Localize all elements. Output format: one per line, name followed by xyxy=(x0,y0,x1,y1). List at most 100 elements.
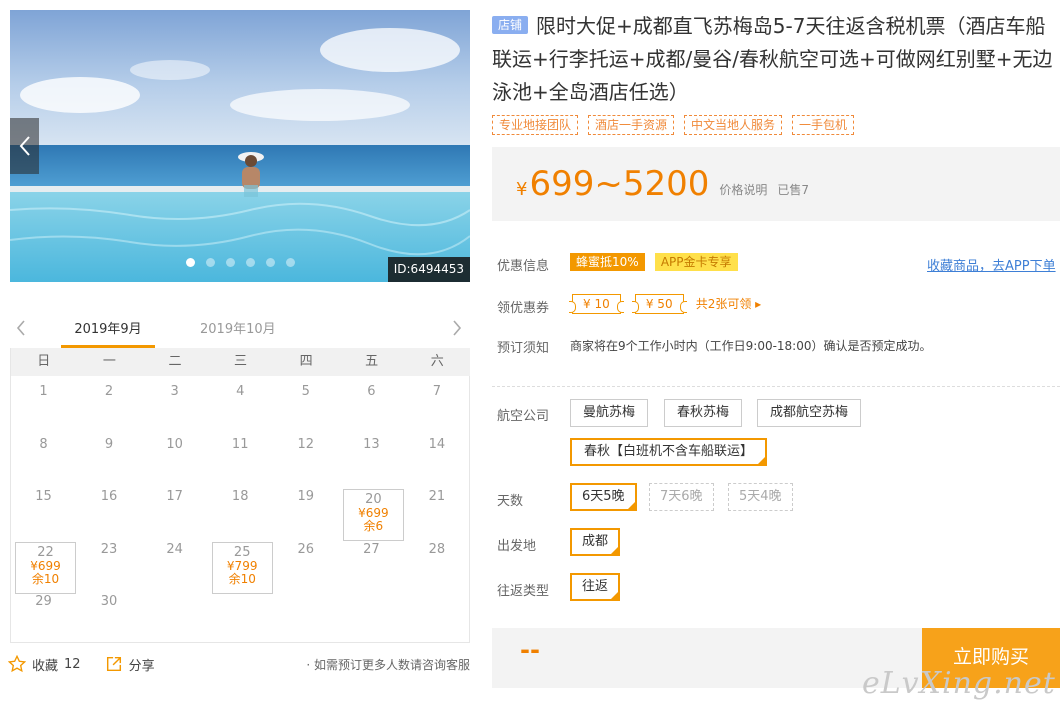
chevron-right-icon xyxy=(453,320,462,336)
day-number: 22 xyxy=(37,544,54,560)
gallery-dot[interactable] xyxy=(286,258,295,267)
coupon-list: ¥ 10 ¥ 50 共2张可领 ▸ xyxy=(569,294,761,314)
gallery-dot[interactable] xyxy=(266,258,275,267)
calendar-day-available[interactable]: 20 ¥699 余6 xyxy=(342,489,404,541)
day-stock: 余10 xyxy=(31,571,60,586)
month-tab-oct[interactable]: 2019年10月 xyxy=(200,318,276,348)
day-number: 7 xyxy=(432,384,442,399)
day-number: 25 xyxy=(233,544,251,560)
calendar-day: 24 xyxy=(142,536,207,588)
discount-label: 优惠信息 xyxy=(497,259,550,274)
calendar-day: 4 xyxy=(208,378,273,430)
day-number: 15 xyxy=(35,489,52,504)
gallery-dot[interactable] xyxy=(246,258,255,267)
calendar-day: 29 xyxy=(11,588,76,640)
calendar-prev-button[interactable] xyxy=(14,318,28,342)
calendar-day: 8 xyxy=(11,431,76,483)
weekday-header: 日一二三四五六 xyxy=(11,348,470,376)
product-panel: 店铺 限时大促+成都直飞苏梅岛5-7天往返含税机票（酒店车船联运+行李托运+成都/… xyxy=(492,10,1060,688)
discount-badges: 蜂蜜抵10% APP金卡专享 xyxy=(570,253,738,271)
notice-text: 商家将在9个工作小时内（工作日9:00-18:00）确认是否预定成功。 xyxy=(570,339,932,353)
days-label: 天数 xyxy=(497,494,524,509)
calendar-day: 6 xyxy=(339,378,404,430)
calendar-day: 15 xyxy=(11,483,76,535)
day-number: 18 xyxy=(231,489,249,504)
weekday-label: 五 xyxy=(365,354,379,369)
calendar-day: 1 xyxy=(11,378,76,430)
calendar-day: 18 xyxy=(208,483,273,535)
gallery-dot[interactable] xyxy=(206,258,215,267)
price-range: 699~5200 xyxy=(529,164,710,204)
chevron-left-icon xyxy=(16,320,25,336)
weekday-label: 三 xyxy=(234,354,248,369)
airline-label: 航空公司 xyxy=(497,409,550,424)
airline-option-1[interactable]: 曼航苏梅 xyxy=(570,399,649,427)
image-id-label: ID:6494453 xyxy=(387,257,470,282)
airline-option-3[interactable]: 成都航空苏梅 xyxy=(757,399,862,427)
month-tab-sep[interactable]: 2019年9月 xyxy=(61,318,155,348)
price-note-link[interactable]: 价格说明 xyxy=(719,181,767,198)
days-option-3[interactable]: 5天4晚 xyxy=(728,483,793,511)
coupon-10[interactable]: ¥ 10 xyxy=(569,294,624,314)
calendar-day-available[interactable]: 25 ¥799 余10 xyxy=(211,541,273,594)
day-number: 21 xyxy=(428,489,446,504)
honey-discount-badge: 蜂蜜抵10% xyxy=(570,253,645,271)
sold-count: 已售7 xyxy=(777,182,810,197)
calendar-next-button[interactable] xyxy=(450,318,464,342)
calendar-day: 3 xyxy=(142,378,207,430)
day-number: 17 xyxy=(166,489,183,504)
calendar-day: 16 xyxy=(77,483,142,535)
favorite-count: 12 xyxy=(64,656,81,672)
share-button[interactable]: 分享 xyxy=(105,655,155,674)
gallery-dot[interactable] xyxy=(186,258,195,267)
calendar-day-available[interactable]: 22 ¥699 余10 xyxy=(15,541,76,594)
app-card-badge: APP金卡专享 xyxy=(654,253,738,271)
calendar-header: 2019年9月 2019年10月 xyxy=(10,310,470,348)
coupon-label: 领优惠券 xyxy=(497,301,550,316)
day-number: 11 xyxy=(231,436,249,452)
calendar-day: 17 xyxy=(142,483,207,535)
day-number: 5 xyxy=(301,384,310,399)
day-number: 16 xyxy=(100,489,118,504)
coupon-more-link[interactable]: 共2张可领 ▸ xyxy=(696,297,761,311)
trip-type-label: 往返类型 xyxy=(497,584,550,599)
day-number: 26 xyxy=(297,541,315,557)
shop-badge[interactable]: 店铺 xyxy=(492,16,529,34)
chevron-left-icon xyxy=(19,136,30,156)
feature-tags: 专业地接团队 酒店一手资源 中文当地人服务 一手包机 xyxy=(492,115,1060,135)
gallery-dot[interactable] xyxy=(226,258,235,267)
day-number: 4 xyxy=(236,384,245,399)
calendar-day: 2 xyxy=(77,378,142,430)
calendar-day: 26 xyxy=(273,536,338,588)
calendar-day: 19 xyxy=(273,483,338,535)
airline-option-4[interactable]: 春秋【白班机不含车船联运】 xyxy=(570,438,768,466)
coupon-50[interactable]: ¥ 50 xyxy=(631,294,687,314)
booking-note: · 如需预订更多人数请咨询客服 xyxy=(306,658,470,672)
day-number: 1 xyxy=(39,384,48,399)
feature-tag: 专业地接团队 xyxy=(492,115,579,135)
trip-type-option[interactable]: 往返 xyxy=(570,573,621,601)
divider xyxy=(492,386,1060,387)
photo-gallery[interactable]: ID:6494453 xyxy=(10,10,470,282)
favorite-app-link[interactable]: 收藏商品，去APP下单 xyxy=(927,255,1056,274)
feature-tag: 中文当地人服务 xyxy=(684,115,783,135)
gallery-prev-button[interactable] xyxy=(10,118,39,174)
day-number: 20 xyxy=(365,492,382,507)
calendar-day: 28 xyxy=(404,536,469,588)
day-price: ¥799 xyxy=(226,558,258,573)
product-title-text: 限时大促+成都直飞苏梅岛5-7天往返含税机票（酒店车船联运+行李托运+成都/曼谷… xyxy=(492,14,1053,104)
calendar-day: 23 xyxy=(77,536,142,588)
date-calendar: 2019年9月 2019年10月 日一二三四五六 1 2 3 4 5 6 7 8 9 10 11 12… xyxy=(10,310,470,643)
departure-option[interactable]: 成都 xyxy=(570,528,621,556)
calendar-day: 13 xyxy=(339,431,404,483)
star-icon xyxy=(8,655,26,673)
airline-option-2[interactable]: 春秋苏梅 xyxy=(664,399,743,427)
weekday-label: 四 xyxy=(299,354,313,369)
calendar-day: 7 xyxy=(404,378,469,430)
days-option-1[interactable]: 6天5晚 xyxy=(570,483,637,511)
favorite-button[interactable]: 收藏 12 xyxy=(8,655,81,674)
days-option-2[interactable]: 7天6晚 xyxy=(649,483,714,511)
calendar-day: 21 xyxy=(404,483,469,535)
weekday-label: 一 xyxy=(102,354,116,369)
watermark: eLvXing.net xyxy=(862,666,1056,701)
